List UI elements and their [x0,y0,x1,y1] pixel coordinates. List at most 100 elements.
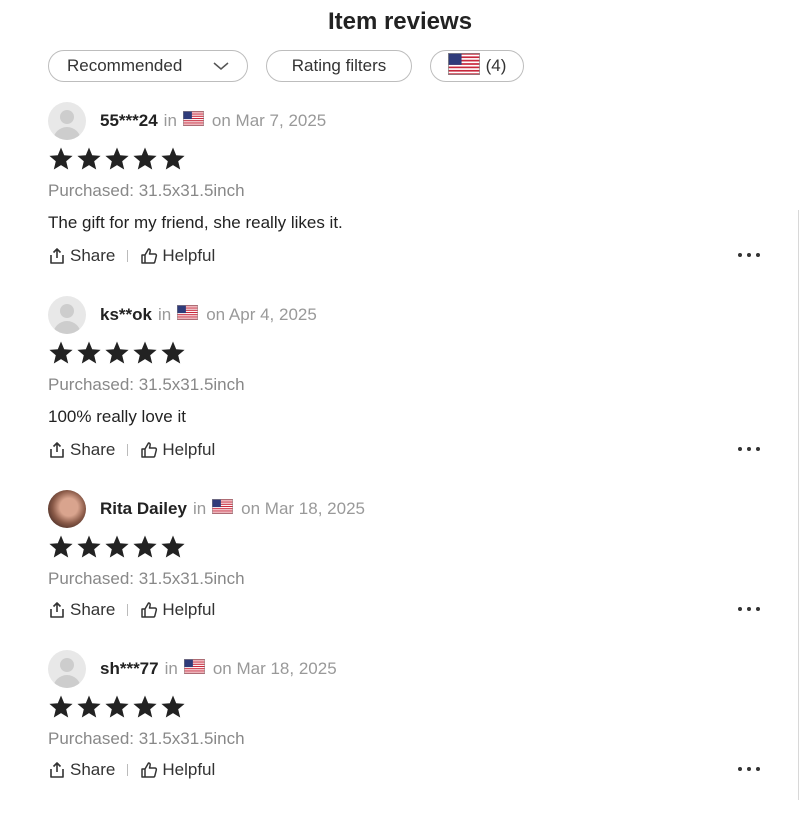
action-divider [127,604,129,616]
star-icon [105,147,129,170]
review-actions: Share Helpful [48,439,215,461]
thumbs-up-icon [141,442,158,458]
review-username: ks**ok [100,305,152,324]
purchased-variant: Purchased: 31.5x31.5inch [48,569,245,588]
more-options-icon[interactable] [738,607,760,613]
share-icon [50,762,64,778]
thumbs-up-icon [141,248,158,264]
filter-bar: Recommended Rating filters (4) [48,50,524,84]
avatar [48,650,86,688]
rating-filters-button[interactable]: Rating filters [266,50,412,82]
review-in-label: in [164,659,178,678]
review-in-label: in [157,305,172,324]
review-username: 55***24 [100,111,158,130]
star-icon [77,695,101,718]
share-icon [50,602,64,618]
review-username: sh***77 [100,659,159,678]
helpful-label: Helpful [162,600,216,619]
more-options-icon[interactable] [738,447,760,453]
sort-label: Recommended [67,56,183,75]
review-actions: Share Helpful [48,759,215,781]
share-button[interactable]: Share [48,760,115,780]
star-icon [133,341,157,364]
action-divider [127,764,129,776]
review-meta: 55***24 in on Mar 7, 2025 [100,102,326,140]
us-flag-icon [183,659,205,679]
star-icon [161,341,185,364]
review-item: ks**ok in on Apr 4, 2025 Purchased: 31.5… [48,296,768,476]
review-in-label: in [192,499,207,518]
helpful-button[interactable]: Helpful [140,600,215,620]
star-rating [48,146,186,172]
star-rating [48,340,186,366]
share-label: Share [70,600,116,619]
review-meta: Rita Dailey in on Mar 18, 2025 [100,490,365,528]
action-divider [127,250,129,262]
purchased-variant: Purchased: 31.5x31.5inch [48,181,245,200]
us-flag-icon [177,305,199,325]
avatar [48,102,86,140]
share-label: Share [70,246,116,265]
review-meta: sh***77 in on Mar 18, 2025 [100,650,337,688]
star-icon [49,147,73,170]
purchased-variant: Purchased: 31.5x31.5inch [48,729,245,748]
star-icon [49,341,73,364]
star-icon [133,695,157,718]
star-icon [161,695,185,718]
share-button[interactable]: Share [48,440,115,460]
review-date: on Mar 18, 2025 [241,499,365,518]
rating-filters-label: Rating filters [291,56,387,75]
chevron-down-icon [213,62,229,70]
review-date: on Apr 4, 2025 [206,305,317,324]
helpful-button[interactable]: Helpful [140,760,215,780]
review-item: Rita Dailey in on Mar 18, 2025 Purchased… [48,490,768,670]
review-date: on Mar 18, 2025 [212,659,337,678]
star-icon [49,695,73,718]
helpful-label: Helpful [162,246,216,265]
country-count: (4) [485,56,507,75]
helpful-button[interactable]: Helpful [140,440,215,460]
sort-dropdown[interactable]: Recommended [48,50,248,82]
star-rating [48,694,186,720]
us-flag-icon [447,52,480,80]
review-meta: ks**ok in on Apr 4, 2025 [100,296,317,334]
thumbs-up-icon [141,602,158,618]
star-icon [133,535,157,558]
scrollbar-track [798,210,799,800]
star-icon [105,695,129,718]
star-icon [105,535,129,558]
avatar [48,296,86,334]
review-item: sh***77 in on Mar 18, 2025 Purchased: 31… [48,650,768,830]
review-item: 55***24 in on Mar 7, 2025 Purchased: 31.… [48,102,768,282]
star-icon [161,535,185,558]
star-icon [77,147,101,170]
star-icon [105,341,129,364]
helpful-label: Helpful [162,440,216,459]
thumbs-up-icon [141,762,158,778]
helpful-label: Helpful [162,760,216,779]
us-flag-icon [182,111,204,131]
review-text: The gift for my friend, she really likes… [48,213,343,232]
star-icon [77,535,101,558]
review-actions: Share Helpful [48,599,215,621]
share-button[interactable]: Share [48,246,115,266]
action-divider [127,444,129,456]
share-icon [50,248,64,264]
more-options-icon[interactable] [738,767,760,773]
star-icon [133,147,157,170]
helpful-button[interactable]: Helpful [140,246,215,266]
share-icon [50,442,64,458]
review-date: on Mar 7, 2025 [211,111,327,130]
avatar [48,490,86,528]
more-options-icon[interactable] [738,253,760,259]
review-actions: Share Helpful [48,245,215,267]
country-filter-button[interactable]: (4) [430,50,524,82]
star-rating [48,534,186,560]
us-flag-icon [212,499,234,519]
page-title: Item reviews [327,8,473,35]
review-username: Rita Dailey [100,499,187,518]
share-button[interactable]: Share [48,600,115,620]
review-text: 100% really love it [48,407,186,426]
share-label: Share [70,760,116,779]
purchased-variant: Purchased: 31.5x31.5inch [48,375,245,394]
